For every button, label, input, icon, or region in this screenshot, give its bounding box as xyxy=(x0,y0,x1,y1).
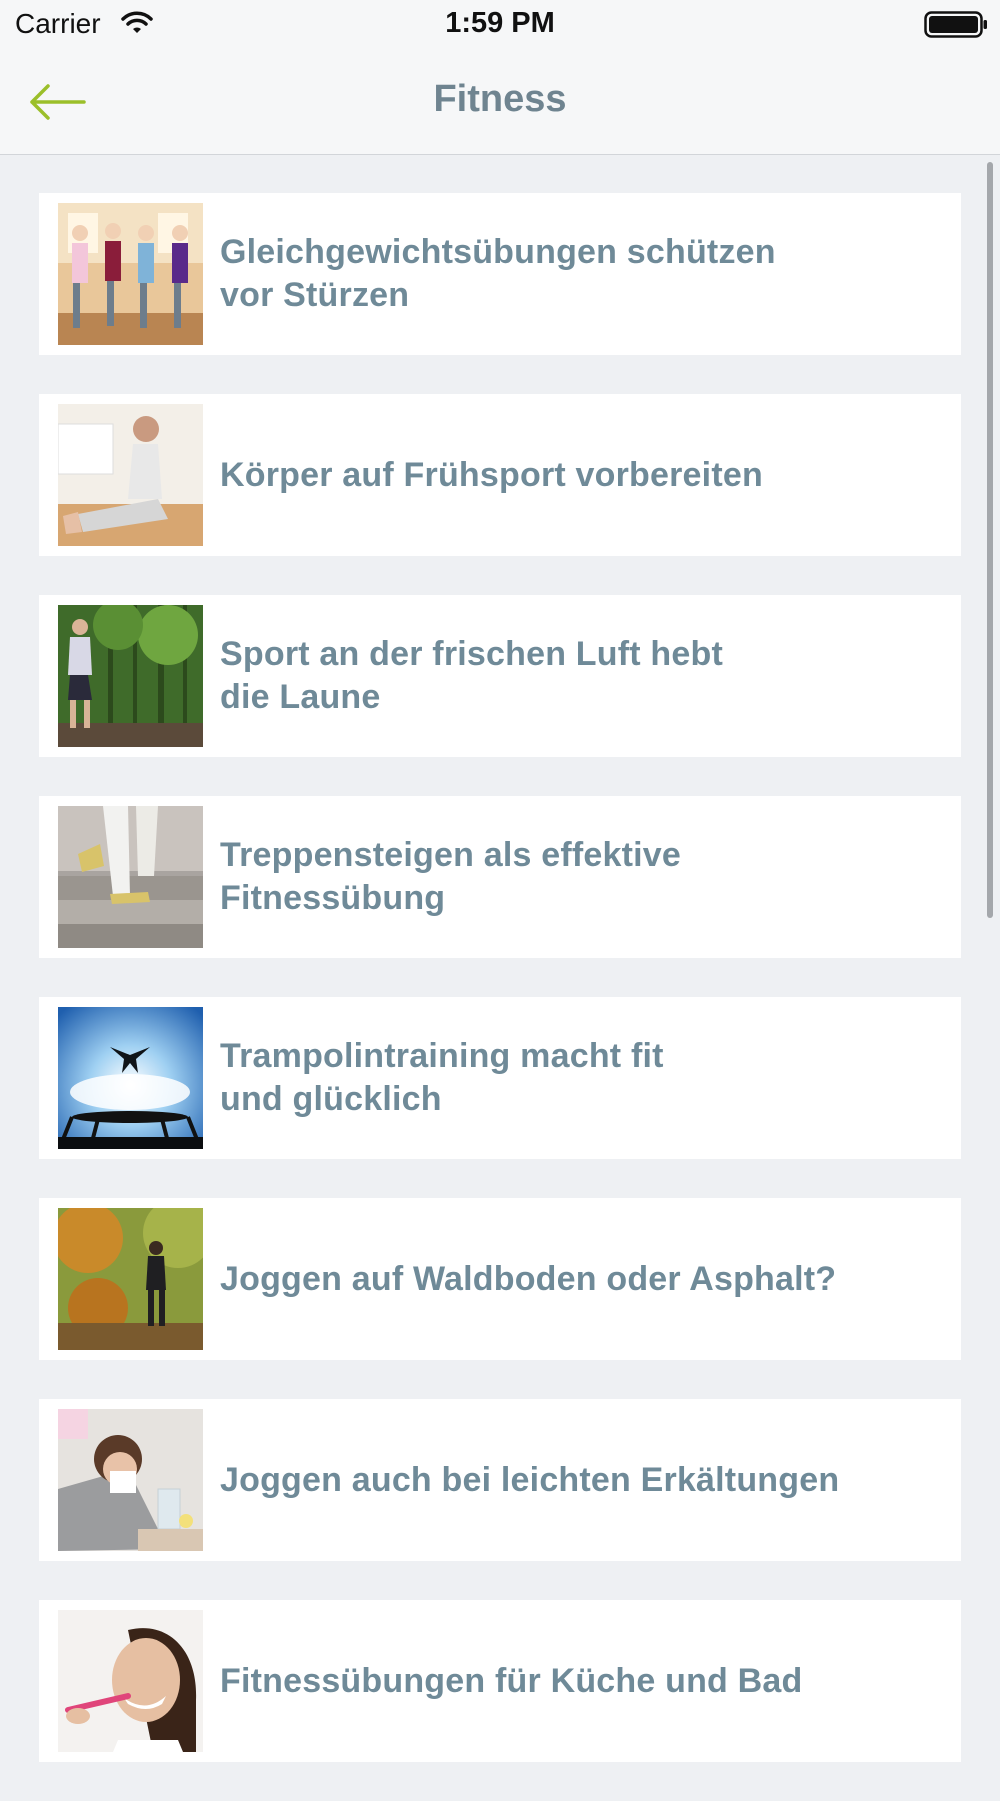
article-card[interactable]: Gleichgewichtsübungen schützen vor Stürz… xyxy=(39,193,961,355)
article-card[interactable]: Treppensteigen als effektive Fitnessübun… xyxy=(39,796,961,958)
article-card[interactable]: Trampolintraining macht fit und glücklic… xyxy=(39,997,961,1159)
article-thumbnail xyxy=(58,203,203,345)
article-title: Gleichgewichtsübungen schützen vor Stürz… xyxy=(220,233,776,314)
article-list: Gleichgewichtsübungen schützen vor Stürz… xyxy=(39,193,961,1801)
article-card[interactable]: Fitnessübungen für Küche und Bad xyxy=(39,1600,961,1762)
article-thumbnail xyxy=(58,806,203,948)
article-thumbnail xyxy=(58,1007,203,1149)
article-thumbnail xyxy=(58,1409,203,1551)
status-bar: Carrier 1:59 PM xyxy=(0,0,1000,50)
battery-icon xyxy=(924,11,988,44)
article-title: Sport an der frischen Luft hebt die Laun… xyxy=(220,635,724,716)
article-title: Joggen auf Waldboden oder Asphalt? xyxy=(220,1259,837,1298)
scrollbar[interactable] xyxy=(987,162,993,918)
article-title: Treppensteigen als effektive Fitnessübun… xyxy=(220,836,681,917)
page-title: Fitness xyxy=(433,78,567,120)
article-thumbnail xyxy=(58,404,203,546)
article-card[interactable]: Joggen auch bei leichten Erkältungen xyxy=(39,1399,961,1561)
article-thumbnail xyxy=(58,1610,203,1752)
article-thumbnail xyxy=(58,605,203,747)
article-card[interactable]: Sport an der frischen Luft hebt die Laun… xyxy=(39,595,961,757)
article-title: Joggen auch bei leichten Erkältungen xyxy=(220,1460,840,1499)
article-card[interactable]: Joggen auf Waldboden oder Asphalt? xyxy=(39,1198,961,1360)
status-time: 1:59 PM xyxy=(445,7,555,39)
article-title: Trampolintraining macht fit und glücklic… xyxy=(220,1037,664,1118)
article-title: Fitnessübungen für Küche und Bad xyxy=(220,1661,803,1700)
navigation-bar: Fitness xyxy=(0,50,1000,155)
article-card[interactable]: Körper auf Frühsport vorbereiten xyxy=(39,394,961,556)
article-title: Körper auf Frühsport vorbereiten xyxy=(220,455,763,494)
article-thumbnail xyxy=(58,1208,203,1350)
